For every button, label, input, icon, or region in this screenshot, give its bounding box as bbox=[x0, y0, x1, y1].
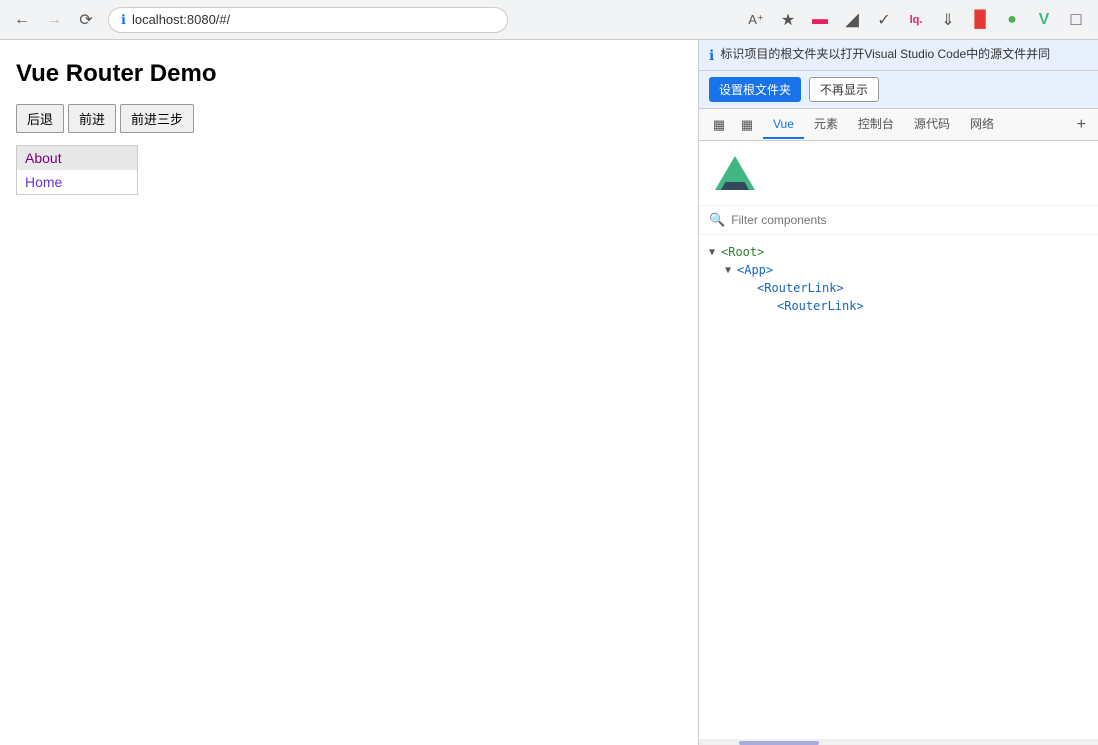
tab-vue[interactable]: Vue bbox=[763, 111, 804, 139]
devtools-panel: ℹ 标识项目的根文件夹以打开Visual Studio Code中的源文件并同 … bbox=[698, 40, 1098, 745]
tree-tag-routerlink-2: <RouterLink> bbox=[777, 299, 864, 313]
tab-action-icons: ▦ ▦ bbox=[703, 113, 763, 137]
vue-logo-area bbox=[699, 141, 1098, 206]
filter-area: 🔍 bbox=[699, 206, 1098, 235]
back-router-button[interactable]: 后退 bbox=[16, 104, 64, 133]
router-nav-buttons: 后退 前进 前进三步 bbox=[16, 104, 682, 133]
filter-search-icon: 🔍 bbox=[709, 212, 725, 228]
devtools-info-bar: ℹ 标识项目的根文件夹以打开Visual Studio Code中的源文件并同 bbox=[699, 40, 1098, 71]
browser-chrome: ← → ⟳ ℹ localhost:8080/#/ A⁺ ★ ▬ ◢ ✓ lq.… bbox=[0, 0, 1098, 40]
page-title: Vue Router Demo bbox=[16, 60, 682, 88]
tree-arrow-app: ▼ bbox=[725, 265, 737, 276]
main-layout: Vue Router Demo 后退 前进 前进三步 About Home ℹ … bbox=[0, 40, 1098, 745]
set-root-button[interactable]: 设置根文件夹 bbox=[709, 77, 801, 102]
devtools-action-bar: 设置根文件夹 不再显示 bbox=[699, 71, 1098, 109]
devtools-tabs: ▦ ▦ Vue 元素 控制台 源代码 网络 + bbox=[699, 109, 1098, 141]
extension-dark-icon[interactable]: ◢ bbox=[838, 6, 866, 34]
tree-tag-root: <Root> bbox=[721, 245, 764, 259]
dismiss-button[interactable]: 不再显示 bbox=[809, 77, 879, 102]
vue-devtools-icon[interactable]: V bbox=[1030, 6, 1058, 34]
component-tree: ▼ <Root> ▼ <App> <RouterLink> <RouterLin… bbox=[699, 235, 1098, 323]
filter-input[interactable] bbox=[731, 213, 1088, 227]
copy-icon[interactable]: ▦ bbox=[735, 113, 759, 137]
nav-buttons: ← → ⟳ bbox=[8, 6, 100, 34]
extension-red-icon[interactable]: █ bbox=[966, 6, 994, 34]
horizontal-scrollbar[interactable] bbox=[699, 739, 1098, 745]
extension-globe-icon[interactable]: ● bbox=[998, 6, 1026, 34]
tree-item-routerlink-1[interactable]: <RouterLink> bbox=[699, 279, 1098, 297]
router-links-list: About Home bbox=[16, 145, 138, 195]
font-size-icon[interactable]: A⁺ bbox=[742, 6, 770, 34]
extension-square-icon[interactable]: □ bbox=[1062, 6, 1090, 34]
nav-link-about[interactable]: About bbox=[17, 146, 137, 170]
toolbar-icons: A⁺ ★ ▬ ◢ ✓ lq. ⇓ █ ● V □ bbox=[742, 6, 1090, 34]
tree-tag-routerlink-1: <RouterLink> bbox=[757, 281, 844, 295]
extension-download-icon[interactable]: ⇓ bbox=[934, 6, 962, 34]
tab-sources[interactable]: 源代码 bbox=[904, 109, 960, 140]
tree-item-root[interactable]: ▼ <Root> bbox=[699, 243, 1098, 261]
add-tab-button[interactable]: + bbox=[1069, 110, 1094, 140]
devtools-info-text: 标识项目的根文件夹以打开Visual Studio Code中的源文件并同 bbox=[720, 46, 1088, 63]
info-icon: ℹ bbox=[121, 12, 126, 28]
scrollbar-thumb bbox=[739, 741, 819, 745]
tree-arrow-root: ▼ bbox=[709, 247, 721, 258]
forward-router-button[interactable]: 前进 bbox=[68, 104, 116, 133]
tab-console[interactable]: 控制台 bbox=[848, 109, 904, 140]
nav-link-home[interactable]: Home bbox=[17, 170, 137, 194]
tree-tag-app: <App> bbox=[737, 263, 773, 277]
tree-item-app[interactable]: ▼ <App> bbox=[699, 261, 1098, 279]
tree-arrow-rl2 bbox=[765, 301, 777, 312]
page-content: Vue Router Demo 后退 前进 前进三步 About Home bbox=[0, 40, 698, 745]
extension-bird-icon[interactable]: ✓ bbox=[870, 6, 898, 34]
vue-devtools-content: 🔍 ▼ <Root> ▼ <App> <RouterLink> bbox=[699, 141, 1098, 745]
inspect-icon[interactable]: ▦ bbox=[707, 113, 731, 137]
back-button[interactable]: ← bbox=[8, 6, 36, 34]
vue-logo bbox=[715, 153, 755, 193]
reload-button[interactable]: ⟳ bbox=[72, 6, 100, 34]
bookmark-icon[interactable]: ★ bbox=[774, 6, 802, 34]
extension-iq-icon[interactable]: lq. bbox=[902, 6, 930, 34]
forward-button[interactable]: → bbox=[40, 6, 68, 34]
tree-arrow-rl1 bbox=[745, 283, 757, 294]
tree-item-routerlink-2[interactable]: <RouterLink> bbox=[699, 297, 1098, 315]
url-display: localhost:8080/#/ bbox=[132, 12, 495, 27]
tab-elements[interactable]: 元素 bbox=[804, 109, 848, 140]
tab-network[interactable]: 网络 bbox=[960, 109, 1004, 140]
forward-three-router-button[interactable]: 前进三步 bbox=[120, 104, 194, 133]
address-bar[interactable]: ℹ localhost:8080/#/ bbox=[108, 7, 508, 33]
extension-pink-icon[interactable]: ▬ bbox=[806, 6, 834, 34]
info-icon: ℹ bbox=[709, 47, 714, 64]
